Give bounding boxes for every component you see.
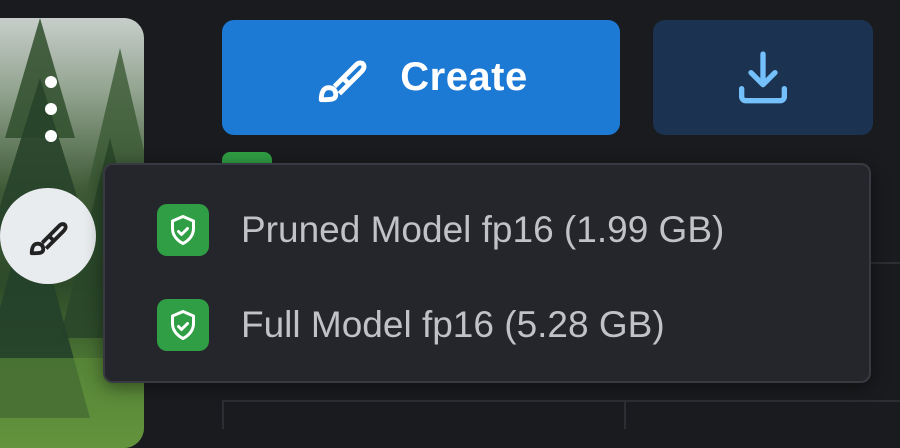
divider [222, 400, 224, 429]
create-button[interactable]: Create [222, 20, 620, 135]
divider [222, 400, 900, 402]
menu-item-label: Full Model fp16 (5.28 GB) [241, 304, 665, 345]
download-icon [739, 50, 787, 103]
download-button[interactable] [653, 20, 873, 135]
divider [624, 400, 626, 429]
create-button-label: Create [400, 55, 528, 99]
menu-item-full-model[interactable]: Full Model fp16 (5.28 GB) [157, 285, 847, 365]
shield-check-icon [157, 204, 209, 256]
kebab-menu-icon[interactable] [42, 76, 60, 142]
brush-icon [29, 222, 68, 256]
remix-button[interactable] [0, 188, 96, 284]
menu-item-pruned-model[interactable]: Pruned Model fp16 (1.99 GB) [157, 190, 847, 270]
shield-check-icon [157, 299, 209, 351]
download-dropdown: Pruned Model fp16 (1.99 GB) Full Model f… [103, 163, 871, 383]
divider [871, 262, 900, 264]
brush-icon [319, 59, 367, 102]
menu-item-label: Pruned Model fp16 (1.99 GB) [241, 209, 725, 250]
